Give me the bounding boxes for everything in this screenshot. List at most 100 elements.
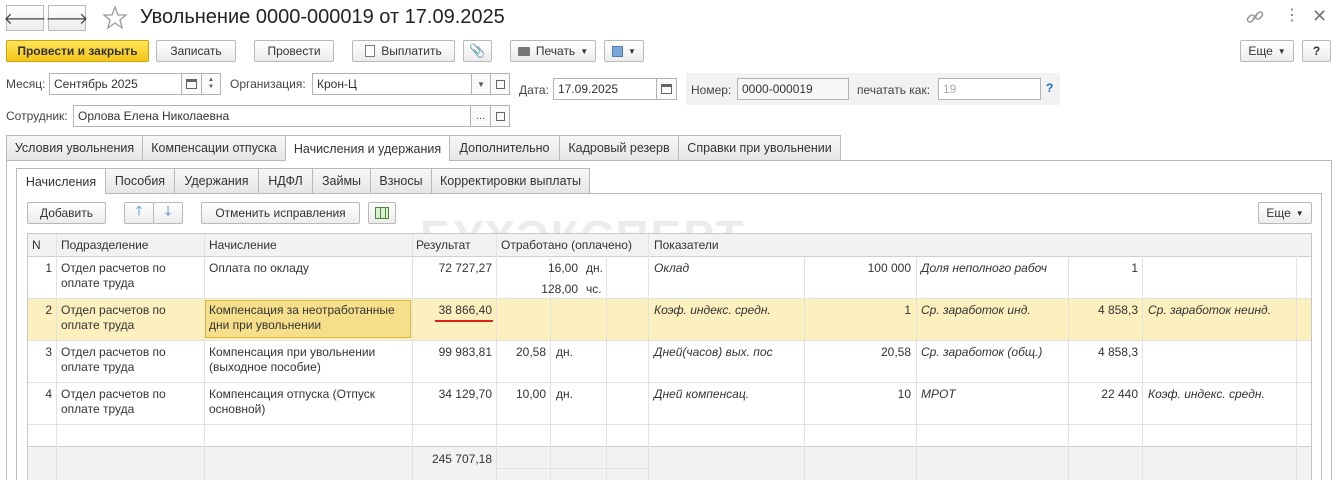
- date-calendar-button[interactable]: [656, 78, 677, 100]
- tab-personnel-reserve[interactable]: Кадровый резерв: [559, 135, 679, 160]
- subtab-accruals[interactable]: Начисления: [16, 168, 106, 194]
- calendar-icon: [661, 84, 672, 94]
- col-header-n[interactable]: N: [32, 238, 41, 253]
- org-dropdown-button[interactable]: ▼: [471, 73, 491, 95]
- tab-vacation-compensation[interactable]: Компенсации отпуска: [142, 135, 286, 160]
- move-up-button[interactable]: 🡑: [124, 202, 154, 224]
- row4-n: 4: [45, 387, 52, 401]
- pay-button[interactable]: Выплатить: [352, 40, 455, 62]
- save-button[interactable]: Записать: [156, 40, 236, 62]
- row2-accrual-line1[interactable]: Компенсация за неотработанные: [209, 303, 395, 318]
- tab-accruals-deductions[interactable]: Начисления и удержания: [285, 135, 450, 161]
- subtab-ndfl[interactable]: НДФЛ: [258, 168, 313, 193]
- tab-dismissal-conditions[interactable]: Условия увольнения: [6, 135, 143, 160]
- table-footer: [28, 447, 1311, 480]
- chevron-down-icon: ▼: [477, 79, 485, 89]
- link-icon[interactable]: [1245, 7, 1265, 30]
- org-open-button[interactable]: [490, 73, 510, 95]
- chevron-down-icon: ▼: [1295, 208, 1304, 218]
- row1-ind2-value: 1: [1131, 261, 1138, 275]
- total-result: 245 707,18: [431, 452, 492, 466]
- arrow-left-icon: 🡐: [3, 10, 47, 28]
- subtab-deductions[interactable]: Удержания: [174, 168, 259, 193]
- table-settings-button[interactable]: [368, 202, 396, 224]
- create-based-on-button[interactable]: ▼: [604, 40, 644, 62]
- row4-accrual-line2: основной): [209, 402, 266, 416]
- subtab-loans[interactable]: Займы: [312, 168, 371, 193]
- row4-ind3-name: Коэф. индекс. средн.: [1148, 387, 1265, 401]
- col-header-department[interactable]: Подразделение: [61, 238, 148, 253]
- row2-ind2-name: Ср. заработок инд.: [921, 303, 1031, 317]
- row4-ind1-name: Дней компенсац.: [654, 387, 750, 401]
- row3-n: 3: [45, 345, 52, 359]
- row4-result: 34 129,70: [438, 387, 492, 401]
- row1-accrual: Оплата по окладу: [209, 261, 309, 275]
- help-button[interactable]: ?: [1302, 40, 1331, 62]
- col-header-accrual[interactable]: Начисление: [209, 238, 277, 253]
- employee-label: Сотрудник:: [6, 109, 68, 123]
- add-button[interactable]: Добавить: [27, 202, 106, 224]
- col-header-worked[interactable]: Отработано (оплачено): [501, 238, 632, 253]
- calendar-button[interactable]: [181, 73, 202, 95]
- organization-input[interactable]: Крон-Ц: [312, 73, 472, 95]
- employee-select-button[interactable]: ...: [470, 105, 491, 127]
- row3-worked-days: 20,58: [515, 345, 546, 359]
- row3-ind1-value: 20,58: [880, 345, 911, 359]
- post-button[interactable]: Провести: [254, 40, 334, 62]
- row2-accrual-line2[interactable]: дни при увольнении: [209, 318, 321, 333]
- post-and-close-button[interactable]: Провести и закрыть: [6, 40, 149, 62]
- forward-button[interactable]: 🡒: [46, 5, 88, 31]
- col-header-result[interactable]: Результат: [416, 238, 471, 253]
- row4-dept-line2: оплате труда: [61, 402, 135, 416]
- open-window-icon: [495, 79, 505, 89]
- close-icon[interactable]: ✕: [1312, 6, 1327, 27]
- month-input[interactable]: Сентябрь 2025: [49, 73, 182, 95]
- row1-result: 72 727,27: [438, 261, 492, 275]
- number-input[interactable]: 0000-000019: [737, 78, 849, 100]
- row1-dept-line1: Отдел расчетов по: [61, 261, 166, 275]
- row1-ind2-name: Доля неполного рабоч: [921, 261, 1047, 275]
- employee-input[interactable]: Орлова Елена Николаевна: [73, 105, 471, 127]
- subtab-payment-adjustments[interactable]: Корректировки выплаты: [431, 168, 590, 193]
- create-based-icon: [612, 45, 624, 57]
- attach-button[interactable]: 📎: [463, 40, 492, 62]
- row3-dept-line2: оплате труда: [61, 360, 135, 374]
- row1-worked-hours-unit: чс.: [586, 282, 602, 296]
- tab-additional[interactable]: Дополнительно: [449, 135, 560, 160]
- more-vertical-icon[interactable]: ⋮: [1284, 8, 1300, 24]
- arrow-down-icon: 🡓: [164, 203, 172, 218]
- print-as-input[interactable]: 19: [938, 78, 1041, 100]
- row3-ind1-name: Дней(часов) вых. пос: [654, 345, 773, 359]
- row3-ind2-value: 4 858,3: [1097, 345, 1138, 359]
- calendar-icon: [186, 79, 197, 89]
- row1-ind1-name: Оклад: [654, 261, 690, 275]
- date-input[interactable]: 17.09.2025: [553, 78, 657, 100]
- row3-ind2-name: Ср. заработок (общ.): [921, 345, 1043, 359]
- table-more-button[interactable]: Еще ▼: [1258, 202, 1312, 224]
- print-as-help-link[interactable]: ?: [1046, 81, 1053, 95]
- employee-open-button[interactable]: [490, 105, 510, 127]
- row4-worked-days-unit: дн.: [556, 387, 573, 401]
- subtab-contributions[interactable]: Взносы: [370, 168, 432, 193]
- chevron-down-icon: ▼: [628, 46, 636, 56]
- row4-ind1-value: 10: [897, 387, 911, 401]
- chevron-down-icon: ▼: [1277, 46, 1286, 56]
- month-stepper[interactable]: ▲ ▼: [201, 73, 221, 95]
- tab-dismissal-certificates[interactable]: Справки при увольнении: [678, 135, 841, 160]
- print-button[interactable]: Печать ▼: [510, 40, 596, 62]
- row2-result: 38 866,40: [438, 303, 492, 317]
- move-down-button[interactable]: 🡓: [153, 202, 183, 224]
- row2-ind2-value: 4 858,3: [1097, 303, 1138, 317]
- more-button[interactable]: Еще ▼: [1240, 40, 1294, 62]
- favorite-star-icon[interactable]: [101, 4, 129, 35]
- back-button[interactable]: 🡐: [3, 5, 47, 31]
- col-header-indicators[interactable]: Показатели: [654, 238, 719, 253]
- row2-dept-line2: оплате труда: [61, 318, 135, 332]
- row1-worked-days-unit: дн.: [586, 261, 603, 275]
- table-add-icon: [375, 207, 389, 219]
- subtab-benefits[interactable]: Пособия: [105, 168, 175, 193]
- date-label: Дата:: [519, 83, 549, 97]
- row4-accrual-line1: Компенсация отпуска (Отпуск: [209, 387, 376, 401]
- printer-icon: [517, 46, 530, 56]
- cancel-corrections-button[interactable]: Отменить исправления: [201, 202, 360, 224]
